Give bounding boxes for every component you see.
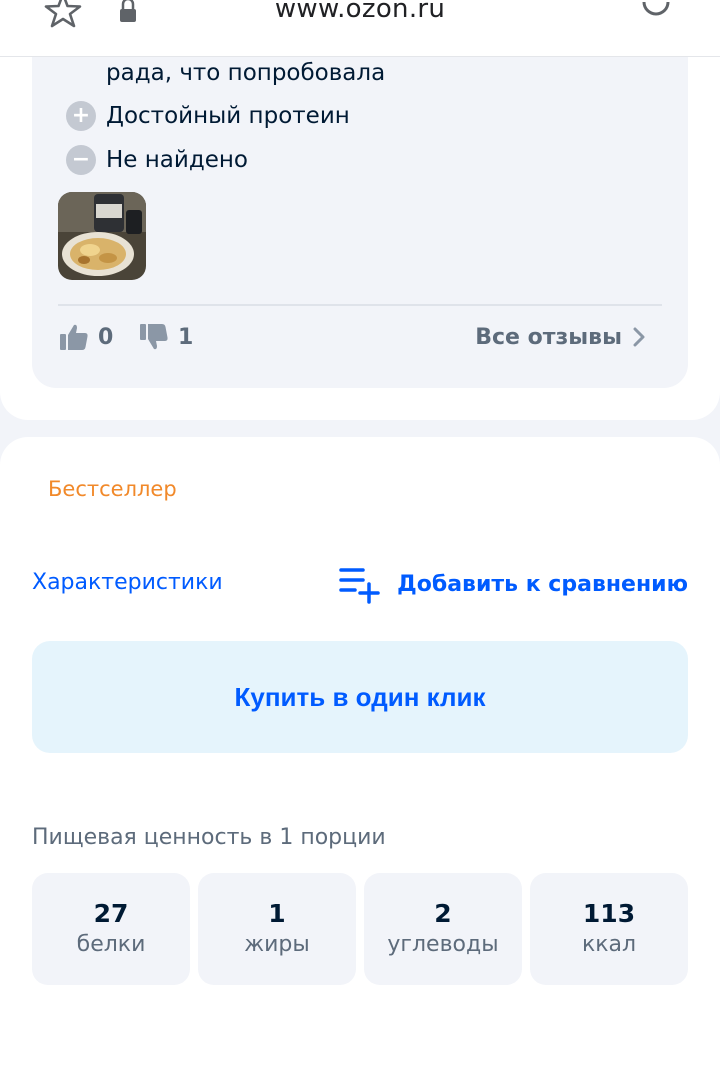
- all-reviews-link[interactable]: Все отзывы: [475, 321, 648, 353]
- nutrition-label: углеводы: [387, 931, 499, 957]
- plus-icon: +: [66, 101, 96, 131]
- add-to-list-icon: [339, 568, 380, 604]
- nutrition-title: Пищевая ценность в 1 порции: [32, 825, 386, 850]
- nutrition-cell-fat: 1 жиры: [198, 873, 356, 985]
- minus-icon: −: [66, 145, 96, 175]
- browser-address-bar: www.ozon.ru: [0, 0, 720, 57]
- nutrition-grid: 27 белки 1 жиры 2 углеводы 113 ккал: [32, 873, 688, 985]
- nutrition-cell-protein: 27 белки: [32, 873, 190, 985]
- review-photo[interactable]: [58, 192, 146, 280]
- review-pros: + Достойный протеин: [66, 99, 350, 133]
- like-button[interactable]: 0: [58, 319, 113, 355]
- nutrition-value: 1: [268, 899, 286, 929]
- nutrition-value: 113: [582, 899, 636, 929]
- like-count: 0: [98, 324, 114, 350]
- product-section: Бестселлер Характеристики Добавить к сра…: [0, 437, 720, 1065]
- nutrition-label: белки: [76, 931, 146, 957]
- nutrition-value: 27: [93, 899, 129, 929]
- nutrition-label: ккал: [581, 931, 637, 957]
- url-field[interactable]: www.ozon.ru: [0, 0, 720, 24]
- chevron-right-icon: [633, 327, 645, 347]
- thumbs-down-icon: [140, 324, 168, 350]
- review-card: рада, что попробовала + Достойный протеи…: [32, 57, 688, 388]
- reload-icon[interactable]: [636, 0, 676, 32]
- nutrition-cell-carbs: 2 углеводы: [364, 873, 522, 985]
- nutrition-cell-kcal: 113 ккал: [530, 873, 688, 985]
- dislike-button[interactable]: 1: [138, 319, 193, 355]
- dislike-count: 1: [178, 324, 194, 350]
- divider: [58, 304, 662, 306]
- cons-text: Не найдено: [106, 147, 248, 173]
- review-section: рада, что попробовала + Достойный протеи…: [0, 57, 720, 420]
- thumbs-up-icon: [60, 324, 88, 350]
- review-cons: − Не найдено: [66, 143, 248, 177]
- nutrition-label: жиры: [244, 931, 310, 957]
- review-text: рада, что попробовала: [106, 60, 386, 86]
- all-reviews-label: Все отзывы: [475, 324, 622, 350]
- compare-label: Добавить к сравнению: [397, 571, 688, 597]
- nutrition-value: 2: [434, 899, 452, 929]
- buy-one-click-button[interactable]: Купить в один клик: [32, 641, 688, 753]
- bestseller-badge: Бестселлер: [48, 477, 177, 501]
- add-to-compare-button[interactable]: Добавить к сравнению: [337, 565, 688, 604]
- pros-text: Достойный протеин: [106, 103, 350, 129]
- characteristics-link[interactable]: Характеристики: [32, 570, 223, 595]
